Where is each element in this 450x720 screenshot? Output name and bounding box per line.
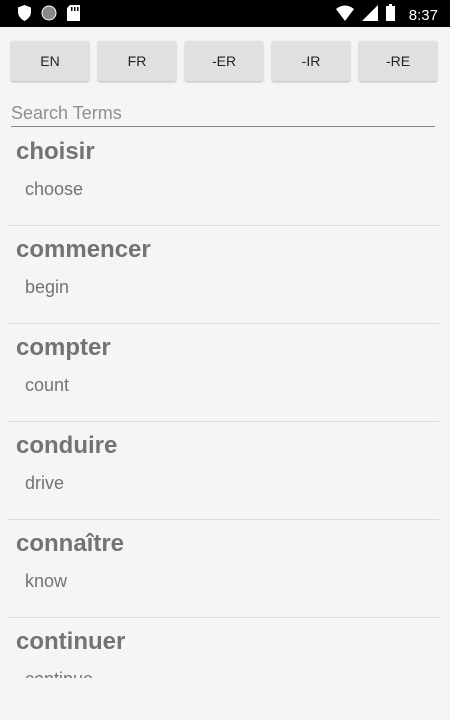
re-filter-button[interactable]: -RE (359, 41, 437, 81)
translation-text: continue (25, 669, 93, 678)
wifi-icon (335, 5, 354, 26)
filter-button-row: EN FR -ER -IR -RE (11, 41, 437, 81)
translation-text: count (25, 375, 70, 395)
list-item[interactable]: compter count (8, 324, 439, 422)
en-button[interactable]: EN (11, 41, 89, 81)
list-item[interactable]: connaître know (8, 520, 439, 618)
status-time: 8:37 (408, 6, 438, 24)
term-text: choisir (16, 138, 95, 165)
term-text: commencer (16, 236, 151, 263)
list-item[interactable]: choisir choose (8, 128, 439, 226)
er-filter-button[interactable]: -ER (185, 41, 263, 81)
translation-text: drive (25, 473, 65, 493)
signal-icon (361, 4, 378, 26)
translation-text: begin (25, 277, 70, 297)
battery-icon (385, 4, 395, 26)
translation-text: choose (25, 179, 84, 199)
fr-button[interactable]: FR (98, 41, 176, 81)
term-text: compter (16, 334, 111, 361)
terms-list[interactable]: choisir choose commencer begin compter c… (8, 128, 439, 678)
list-item[interactable]: conduire drive (8, 422, 439, 520)
sd-card-icon (67, 5, 80, 26)
circle-icon (41, 5, 57, 26)
term-text: continuer (16, 628, 126, 655)
list-item[interactable]: commencer begin (8, 226, 439, 324)
search-input[interactable] (11, 100, 435, 127)
translation-text: know (25, 571, 68, 591)
term-text: conduire (16, 432, 118, 459)
ir-filter-button[interactable]: -IR (272, 41, 350, 81)
term-text: connaître (16, 530, 125, 557)
status-bar: 8:37 (0, 0, 450, 27)
list-item[interactable]: continuer continue (8, 618, 439, 678)
shield-icon (18, 5, 31, 26)
